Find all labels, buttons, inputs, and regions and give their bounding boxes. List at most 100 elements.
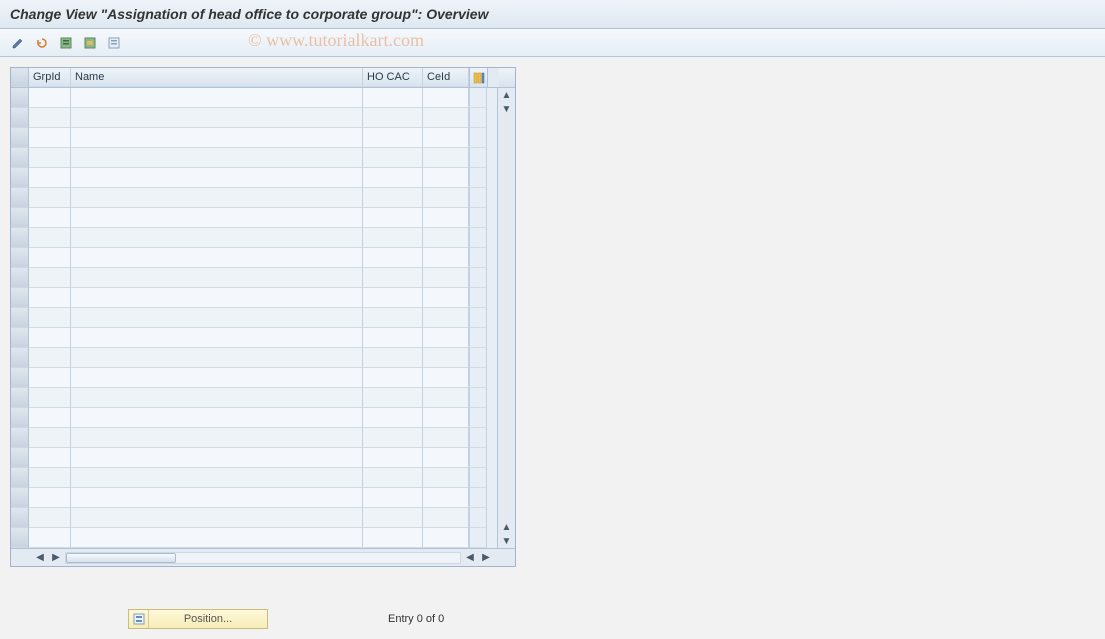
table-row[interactable] [11,348,497,368]
row-selector[interactable] [11,428,29,448]
cell-ceid[interactable] [423,488,469,508]
table-row[interactable] [11,148,497,168]
cell-name[interactable] [71,268,363,288]
cell-ceid[interactable] [423,528,469,548]
cell-grpid[interactable] [29,248,71,268]
cell-grpid[interactable] [29,468,71,488]
cell-grpid[interactable] [29,288,71,308]
column-header-hocac[interactable]: HO CAC [363,68,423,87]
table-row[interactable] [11,288,497,308]
table-row[interactable] [11,188,497,208]
cell-name[interactable] [71,148,363,168]
table-row[interactable] [11,528,497,548]
row-selector[interactable] [11,448,29,468]
row-selector[interactable] [11,528,29,548]
table-row[interactable] [11,108,497,128]
cell-ceid[interactable] [423,88,469,108]
deselect-icon[interactable] [104,33,124,53]
cell-hocac[interactable] [363,508,423,528]
cell-hocac[interactable] [363,108,423,128]
cell-ceid[interactable] [423,168,469,188]
cell-name[interactable] [71,468,363,488]
cell-hocac[interactable] [363,328,423,348]
row-selector[interactable] [11,328,29,348]
cell-hocac[interactable] [363,408,423,428]
cell-hocac[interactable] [363,428,423,448]
cell-ceid[interactable] [423,448,469,468]
cell-grpid[interactable] [29,448,71,468]
scroll-up-icon[interactable]: ▲ [500,88,514,102]
table-row[interactable] [11,488,497,508]
table-row[interactable] [11,168,497,188]
cell-grpid[interactable] [29,408,71,428]
cell-ceid[interactable] [423,348,469,368]
select-all-icon[interactable] [56,33,76,53]
cell-hocac[interactable] [363,488,423,508]
cell-hocac[interactable] [363,448,423,468]
cell-ceid[interactable] [423,468,469,488]
table-settings-icon[interactable] [469,68,487,87]
row-selector[interactable] [11,408,29,428]
cell-name[interactable] [71,388,363,408]
scroll-right-end-icon[interactable]: ▶ [479,551,493,565]
cell-grpid[interactable] [29,428,71,448]
cell-name[interactable] [71,128,363,148]
cell-hocac[interactable] [363,288,423,308]
table-row[interactable] [11,208,497,228]
cell-name[interactable] [71,168,363,188]
cell-name[interactable] [71,488,363,508]
cell-grpid[interactable] [29,208,71,228]
cell-ceid[interactable] [423,108,469,128]
cell-name[interactable] [71,248,363,268]
row-selector[interactable] [11,348,29,368]
cell-hocac[interactable] [363,388,423,408]
cell-grpid[interactable] [29,388,71,408]
row-selector[interactable] [11,488,29,508]
cell-hocac[interactable] [363,248,423,268]
cell-ceid[interactable] [423,188,469,208]
row-selector[interactable] [11,148,29,168]
cell-name[interactable] [71,508,363,528]
table-row[interactable] [11,468,497,488]
cell-name[interactable] [71,108,363,128]
cell-ceid[interactable] [423,308,469,328]
cell-grpid[interactable] [29,328,71,348]
cell-grpid[interactable] [29,268,71,288]
column-header-name[interactable]: Name [71,68,363,87]
cell-grpid[interactable] [29,528,71,548]
cell-ceid[interactable] [423,368,469,388]
scroll-down-icon[interactable]: ▼ [500,534,514,548]
hscroll-track[interactable] [65,552,461,564]
cell-hocac[interactable] [363,528,423,548]
cell-grpid[interactable] [29,128,71,148]
cell-ceid[interactable] [423,328,469,348]
cell-grpid[interactable] [29,168,71,188]
table-row[interactable] [11,268,497,288]
cell-name[interactable] [71,288,363,308]
cell-hocac[interactable] [363,188,423,208]
scroll-right-icon[interactable]: ◀ [463,551,477,565]
cell-name[interactable] [71,208,363,228]
edit-icon[interactable] [8,33,28,53]
table-row[interactable] [11,308,497,328]
cell-ceid[interactable] [423,128,469,148]
row-selector[interactable] [11,228,29,248]
row-selector[interactable] [11,508,29,528]
cell-name[interactable] [71,428,363,448]
row-selector[interactable] [11,368,29,388]
cell-grpid[interactable] [29,188,71,208]
cell-hocac[interactable] [363,88,423,108]
select-all-rows[interactable] [11,68,29,87]
cell-name[interactable] [71,528,363,548]
cell-ceid[interactable] [423,508,469,528]
row-selector[interactable] [11,208,29,228]
table-row[interactable] [11,428,497,448]
cell-ceid[interactable] [423,148,469,168]
cell-grpid[interactable] [29,148,71,168]
cell-name[interactable] [71,228,363,248]
row-selector[interactable] [11,268,29,288]
cell-ceid[interactable] [423,268,469,288]
cell-ceid[interactable] [423,288,469,308]
cell-ceid[interactable] [423,228,469,248]
table-row[interactable] [11,408,497,428]
